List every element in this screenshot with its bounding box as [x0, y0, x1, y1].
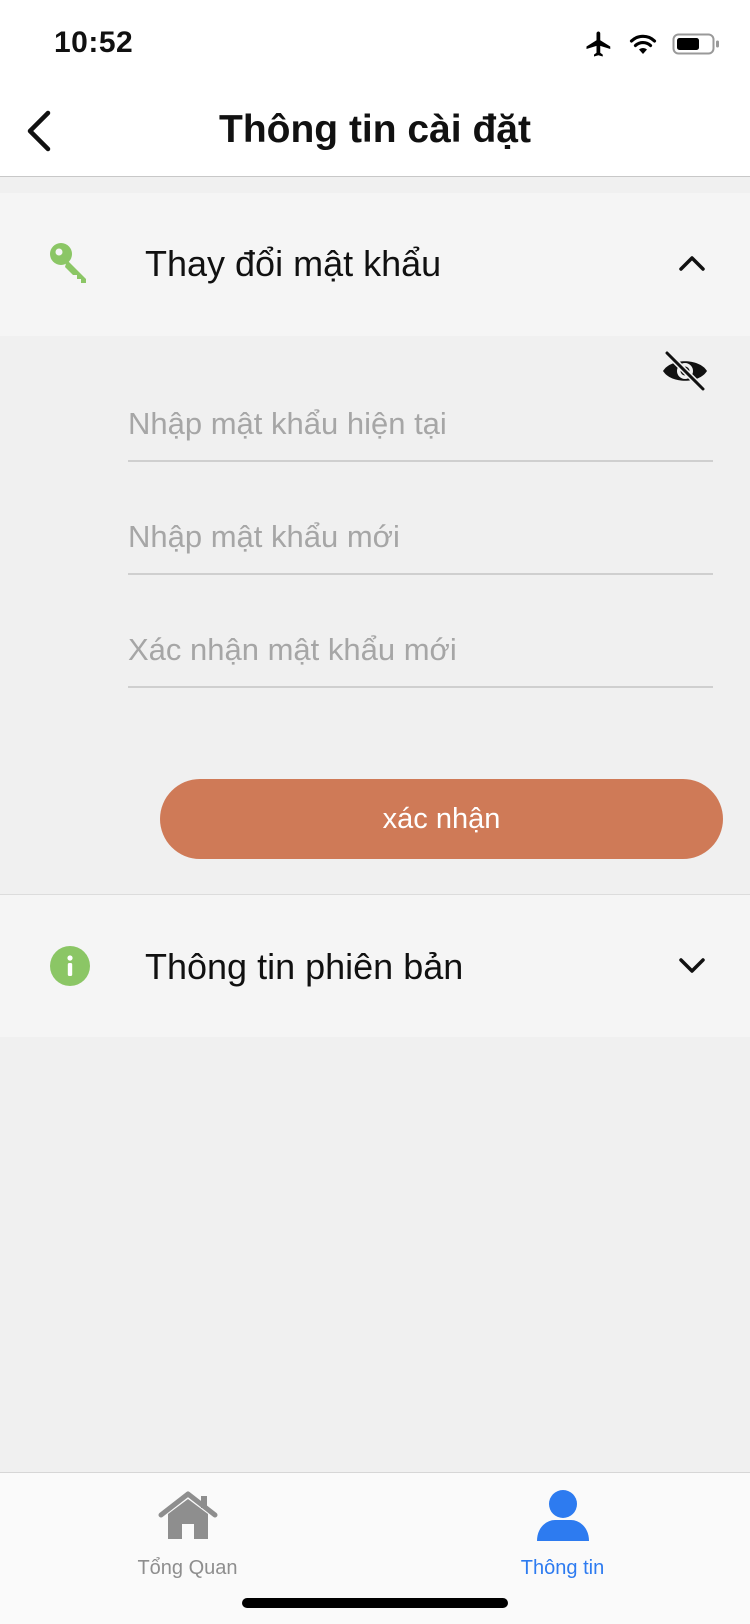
current-password-input[interactable]	[128, 406, 713, 442]
current-password-field	[128, 382, 713, 462]
chevron-up-icon[interactable]	[674, 245, 710, 281]
change-password-title: Thay đổi mật khẩu	[145, 243, 442, 284]
confirm-password-input[interactable]	[128, 632, 713, 668]
key-icon	[48, 241, 92, 285]
confirm-password-field	[128, 608, 713, 688]
page-title: Thông tin cài đặt	[219, 108, 531, 151]
version-info-title: Thông tin phiên bản	[145, 946, 464, 987]
tab-overview-label: Tổng Quan	[137, 1557, 238, 1579]
nav-bar: Thông tin cài đặt	[0, 88, 750, 177]
status-time: 10:52	[54, 26, 134, 59]
wifi-icon	[628, 31, 658, 62]
change-password-section-header[interactable]: Thay đổi mật khẩu	[0, 193, 750, 336]
tab-info-label: Thông tin	[520, 1557, 605, 1579]
chevron-down-icon[interactable]	[674, 948, 710, 984]
tab-overview[interactable]: Tổng Quan	[0, 1473, 375, 1583]
home-indicator	[242, 1598, 508, 1608]
version-info-section-header[interactable]: Thông tin phiên bản	[0, 894, 750, 1037]
status-bar: 10:52	[0, 0, 750, 88]
tab-info[interactable]: Thông tin	[375, 1473, 750, 1583]
battery-icon	[672, 32, 720, 61]
info-icon	[48, 944, 92, 988]
status-icons	[584, 28, 720, 64]
new-password-input[interactable]	[128, 519, 713, 555]
confirm-button[interactable]: xác nhận	[160, 779, 723, 859]
airplane-icon	[584, 29, 614, 64]
home-icon	[0, 1485, 375, 1547]
user-icon	[375, 1485, 750, 1547]
new-password-field	[128, 495, 713, 575]
